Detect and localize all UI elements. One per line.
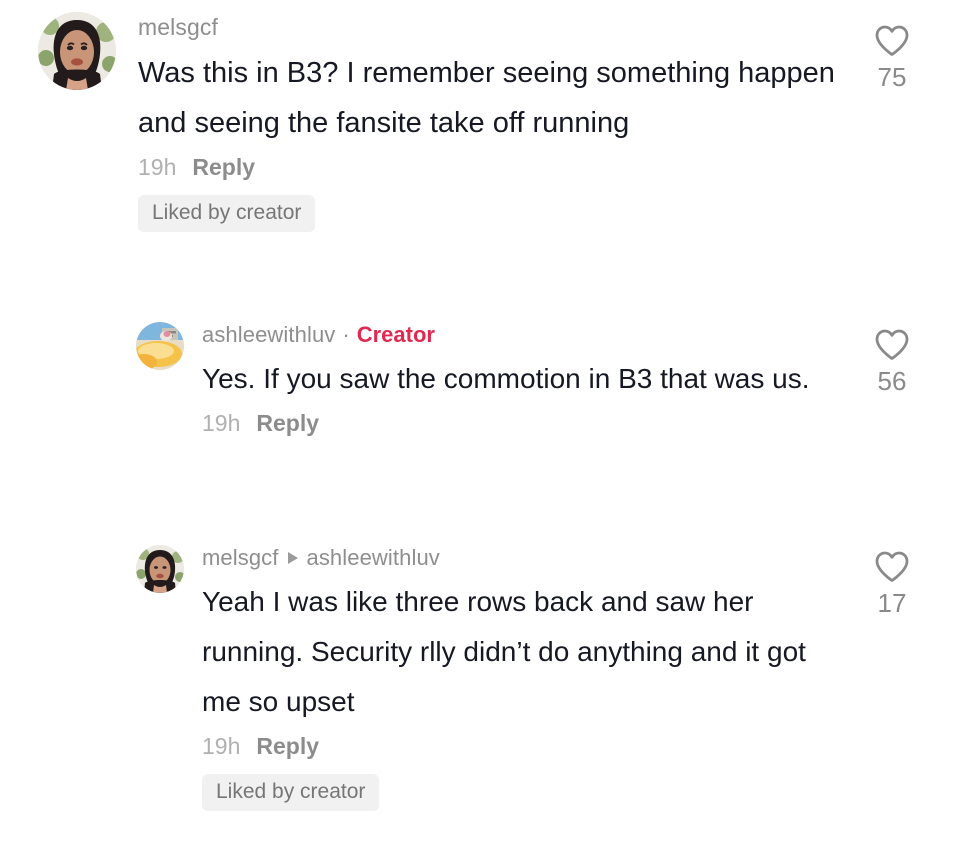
comment-header: melsgcf bbox=[138, 14, 960, 42]
avatar[interactable] bbox=[38, 12, 116, 90]
comment-meta: 19h Reply bbox=[202, 733, 960, 760]
comment-timestamp: 19h bbox=[138, 153, 177, 180]
comment-item[interactable]: melsgcf Was this in B3? I remember seein… bbox=[0, 4, 960, 232]
comment-timestamp: 19h bbox=[202, 733, 241, 760]
comment-username[interactable]: melsgcf bbox=[138, 14, 218, 42]
comment-username[interactable]: melsgcf bbox=[202, 545, 279, 571]
comment-header: melsgcf ashleewithluv bbox=[202, 545, 960, 571]
avatar[interactable] bbox=[136, 545, 184, 593]
like-control[interactable]: 17 bbox=[854, 550, 930, 616]
avatar-image bbox=[136, 545, 184, 593]
avatar-image bbox=[38, 12, 116, 90]
avatar[interactable] bbox=[136, 322, 184, 370]
like-control[interactable]: 56 bbox=[854, 328, 930, 394]
liked-by-creator-badge: Liked by creator bbox=[202, 774, 380, 812]
reply-button[interactable]: Reply bbox=[192, 154, 255, 181]
heart-outline-icon[interactable] bbox=[874, 24, 910, 57]
comment-text: Was this in B3? I remember seeing someth… bbox=[138, 56, 835, 139]
comment-text: Yes. If you saw the commotion in B3 that… bbox=[202, 363, 810, 395]
creator-badge: Creator bbox=[356, 322, 435, 347]
comment-item[interactable]: ashleewithluv · Creator Yes. If you saw … bbox=[0, 322, 960, 437]
like-count: 75 bbox=[877, 62, 907, 92]
separator-dot: · bbox=[342, 322, 350, 347]
comment-username[interactable]: ashleewithluv bbox=[202, 322, 335, 348]
triangle-right-icon bbox=[287, 552, 298, 565]
reply-button[interactable]: Reply bbox=[256, 410, 319, 437]
like-control[interactable]: 75 bbox=[854, 24, 930, 90]
comment-header: ashleewithluv · Creator bbox=[202, 322, 960, 348]
reply-button[interactable]: Reply bbox=[256, 733, 319, 760]
heart-outline-icon[interactable] bbox=[874, 550, 910, 583]
comment-text: Yeah I was like three rows back and saw … bbox=[202, 586, 806, 718]
avatar-image bbox=[136, 322, 184, 370]
comment-meta: 19h Reply bbox=[138, 154, 960, 181]
comment-item[interactable]: melsgcf ashleewithluv Yeah I was like th… bbox=[0, 545, 960, 812]
heart-outline-icon[interactable] bbox=[874, 328, 910, 361]
comment-body: melsgcf ashleewithluv Yeah I was like th… bbox=[184, 545, 960, 812]
comment-meta: 19h Reply bbox=[202, 410, 960, 437]
liked-by-creator-badge: Liked by creator bbox=[138, 194, 316, 232]
comment-reply-target[interactable]: ashleewithluv bbox=[307, 545, 440, 571]
comment-body: ashleewithluv · Creator Yes. If you saw … bbox=[184, 322, 960, 437]
comment-timestamp: 19h bbox=[202, 410, 241, 437]
comment-body: melsgcf Was this in B3? I remember seein… bbox=[116, 12, 960, 232]
like-count: 56 bbox=[877, 366, 907, 396]
like-count: 17 bbox=[877, 588, 907, 618]
comment-thread: melsgcf Was this in B3? I remember seein… bbox=[0, 0, 960, 858]
